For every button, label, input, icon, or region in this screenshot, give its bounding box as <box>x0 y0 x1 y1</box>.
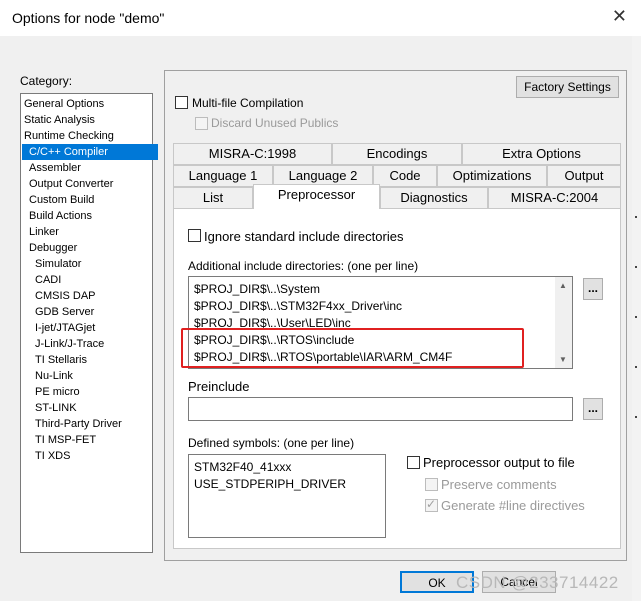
defined-symbols-textarea[interactable]: STM32F40_41xxx USE_STDPERIPH_DRIVER <box>188 454 386 538</box>
category-item[interactable]: J-Link/J-Trace <box>22 336 104 352</box>
factory-settings-button[interactable]: Factory Settings <box>516 76 619 98</box>
category-item[interactable]: ST-LINK <box>22 400 77 416</box>
preinclude-label: Preinclude <box>188 379 250 394</box>
scroll-up-icon[interactable]: ▲ <box>559 281 567 290</box>
category-item[interactable]: Nu-Link <box>22 368 73 384</box>
defined-symbol-line: USE_STDPERIPH_DRIVER <box>194 477 347 491</box>
category-item[interactable]: CMSIS DAP <box>22 288 96 304</box>
category-item[interactable]: Build Actions <box>22 208 92 224</box>
tab-encodings[interactable]: Encodings <box>332 143 462 165</box>
preprocessor-output-label: Preprocessor output to file <box>423 455 575 470</box>
multifile-compilation-label: Multi-file Compilation <box>192 96 304 110</box>
include-scrollbar[interactable]: ▲ ▼ <box>555 277 572 368</box>
tab-list[interactable]: List <box>173 187 253 209</box>
category-label: Category: <box>20 74 73 88</box>
ignore-standard-include-checkbox[interactable] <box>188 229 201 242</box>
red-highlight-box <box>181 328 524 368</box>
preinclude-input[interactable] <box>188 397 573 421</box>
include-directories-label: Additional include directories: (one per… <box>188 259 419 273</box>
include-browse-button[interactable]: ... <box>583 278 603 300</box>
generate-line-directives-label: Generate #line directives <box>441 498 585 513</box>
category-item[interactable]: GDB Server <box>22 304 94 320</box>
include-line: $PROJ_DIR$\..\System <box>194 282 321 296</box>
ignore-standard-include-label: Ignore standard include directories <box>204 229 404 244</box>
tab-diagnostics[interactable]: Diagnostics <box>380 187 488 209</box>
multifile-compilation-checkbox[interactable] <box>175 96 188 109</box>
tab-optimizations[interactable]: Optimizations <box>437 165 547 187</box>
defined-symbol-line: STM32F40_41xxx <box>194 460 292 474</box>
category-item[interactable]: Assembler <box>22 160 81 176</box>
preserve-comments-label: Preserve comments <box>441 477 557 492</box>
category-item[interactable]: General Options <box>22 96 104 112</box>
tab-extra-options[interactable]: Extra Options <box>462 143 621 165</box>
category-list[interactable]: General Options Static Analysis Runtime Ch… <box>20 93 158 553</box>
background-window-edge <box>632 36 641 601</box>
category-item[interactable]: Custom Build <box>22 192 94 208</box>
category-item[interactable]: C/C++ Compiler <box>22 144 158 160</box>
category-item[interactable]: Debugger <box>22 240 77 256</box>
category-item[interactable]: Simulator <box>22 256 81 272</box>
discard-unused-publics-label: Discard Unused Publics <box>211 116 339 130</box>
category-item[interactable]: CADI <box>22 272 61 288</box>
category-item[interactable]: Output Converter <box>22 176 113 192</box>
title-bar: Options for node "demo" ✕ <box>0 0 641 36</box>
preserve-comments-checkbox[interactable] <box>425 478 438 491</box>
options-dialog: Options for node "demo" ✕ Category: Gene… <box>0 0 641 601</box>
preprocessor-output-checkbox[interactable] <box>407 456 420 469</box>
scroll-down-icon[interactable]: ▼ <box>559 355 567 364</box>
category-item[interactable]: Linker <box>22 224 59 240</box>
category-item[interactable]: PE micro <box>22 384 80 400</box>
csdn-watermark: CSDN @233714422 <box>456 573 619 592</box>
category-item[interactable]: Static Analysis <box>22 112 95 128</box>
close-icon[interactable]: ✕ <box>612 6 627 27</box>
include-line: $PROJ_DIR$\..\STM32F4xx_Driver\inc <box>194 299 403 313</box>
window-title: Options for node "demo" <box>12 10 165 26</box>
category-item[interactable]: I-jet/JTAGjet <box>22 320 95 336</box>
category-item[interactable]: TI MSP-FET <box>22 432 96 448</box>
category-item[interactable]: Runtime Checking <box>22 128 114 144</box>
category-item[interactable]: TI XDS <box>22 448 70 464</box>
tab-preprocessor[interactable]: Preprocessor <box>253 184 380 209</box>
generate-line-directives-checkbox[interactable] <box>425 497 438 512</box>
category-item[interactable]: TI Stellaris <box>22 352 87 368</box>
tab-output[interactable]: Output <box>547 165 621 187</box>
preinclude-browse-button[interactable]: ... <box>583 398 603 420</box>
tab-code[interactable]: Code <box>373 165 437 187</box>
defined-symbols-label: Defined symbols: (one per line) <box>188 436 355 450</box>
category-item[interactable]: Third-Party Driver <box>22 416 122 432</box>
tab-misra-c-2004[interactable]: MISRA-C:2004 <box>488 187 621 209</box>
tab-misra-c-1998[interactable]: MISRA-C:1998 <box>173 143 332 165</box>
discard-unused-publics-checkbox[interactable] <box>195 117 208 130</box>
